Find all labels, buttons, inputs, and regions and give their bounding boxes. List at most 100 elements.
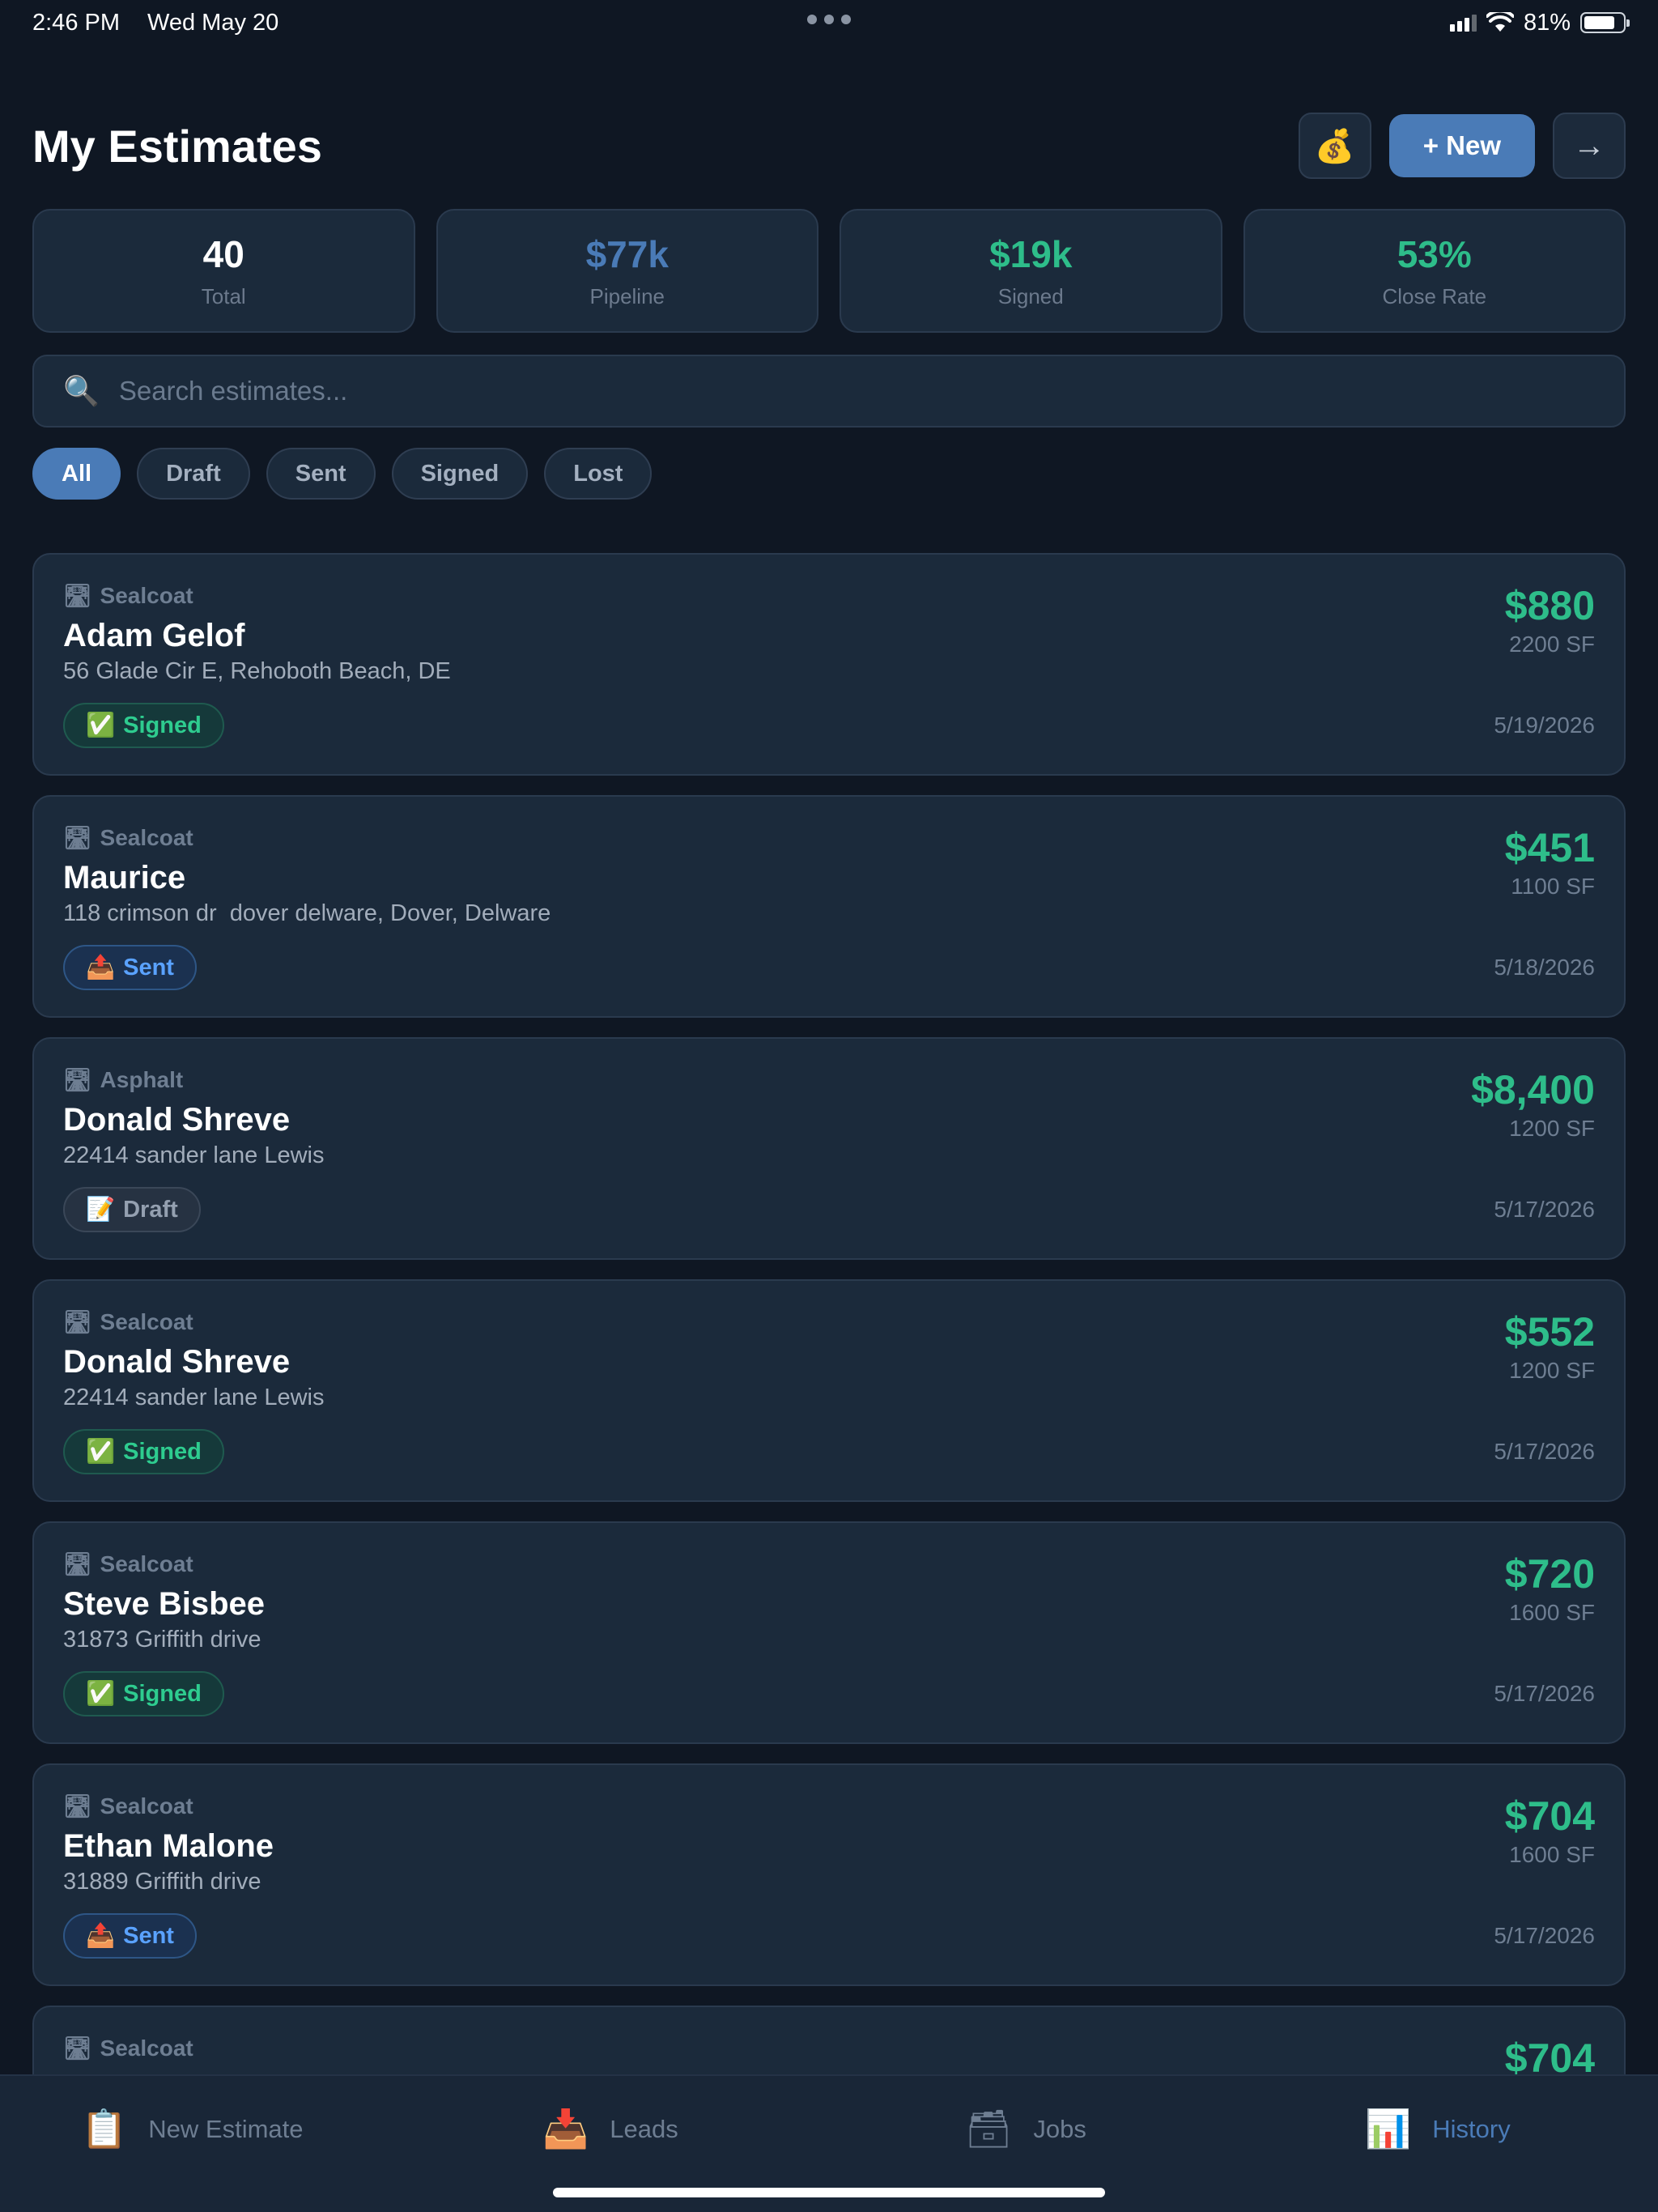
estimate-type-label: Asphalt bbox=[100, 1066, 184, 1092]
estimate-list: 🛣 Sealcoat Adam Gelof 56 Glade Cir E, Rehob… bbox=[32, 553, 1626, 2212]
customer-name: Ethan Malone bbox=[63, 1828, 274, 1864]
status-badge: ✅ Signed bbox=[63, 703, 224, 748]
road-icon: 🛣 bbox=[63, 1551, 92, 1576]
estimate-type: 🛣 Sealcoat bbox=[63, 2035, 193, 2061]
status-badge-label: Signed bbox=[123, 1438, 202, 1465]
stat-value: 40 bbox=[202, 233, 244, 275]
cellular-signal-icon bbox=[1449, 14, 1477, 32]
search-input[interactable] bbox=[118, 376, 1595, 406]
estimate-date: 5/17/2026 bbox=[1494, 1923, 1595, 1948]
estimate-card[interactable]: 🛣 Sealcoat Adam Gelof 56 Glade Cir E, Rehob… bbox=[32, 553, 1626, 776]
status-left: 2:46 PM Wed May 20 bbox=[32, 10, 278, 36]
new-estimate-button[interactable]: + New bbox=[1388, 114, 1535, 177]
stat-card-close-rate: 53% Close Rate bbox=[1243, 209, 1626, 333]
estimate-date: 5/17/2026 bbox=[1494, 1197, 1595, 1222]
filter-draft[interactable]: Draft bbox=[137, 448, 250, 500]
signed-status-icon: ✅ bbox=[86, 713, 116, 738]
signed-status-icon: ✅ bbox=[86, 1439, 116, 1465]
estimate-amount: $451 bbox=[1504, 825, 1595, 870]
estimate-type: 🛣 Sealcoat bbox=[63, 824, 193, 851]
estimate-type-label: Sealcoat bbox=[100, 1551, 193, 1576]
sent-status-icon: 📤 bbox=[86, 1923, 116, 1949]
estimate-type-label: Sealcoat bbox=[100, 1793, 193, 1819]
customer-address: 22414 sander lane Lewis bbox=[63, 1385, 325, 1410]
stat-card-pipeline: $77k Pipeline bbox=[436, 209, 818, 333]
status-badge: 📤 Sent bbox=[63, 1913, 197, 1959]
sent-status-icon: 📤 bbox=[86, 955, 116, 981]
tab-label: New Estimate bbox=[148, 2114, 304, 2143]
estimate-square-feet: 1100 SF bbox=[1511, 874, 1595, 899]
estimate-type-label: Sealcoat bbox=[100, 2035, 193, 2061]
estimate-card[interactable]: 🛣 Sealcoat Steve Bisbee 31873 Griffith driv… bbox=[32, 1521, 1626, 1744]
inbox-icon: 📥 bbox=[542, 2108, 589, 2150]
estimate-amount: $880 bbox=[1504, 583, 1595, 628]
customer-address: 31889 Griffith drive bbox=[63, 1869, 261, 1895]
tab-label: History bbox=[1432, 2114, 1511, 2143]
estimate-amount: $704 bbox=[1504, 1793, 1595, 1839]
estimate-square-feet: 1200 SF bbox=[1509, 1358, 1595, 1383]
forward-button[interactable]: → bbox=[1553, 113, 1626, 179]
filter-chips: All Draft Sent Signed Lost bbox=[32, 448, 653, 500]
status-date: Wed May 20 bbox=[147, 9, 279, 36]
filter-sent[interactable]: Sent bbox=[266, 448, 376, 500]
status-badge: 📝 Draft bbox=[63, 1187, 201, 1232]
status-badge-label: Signed bbox=[123, 1680, 202, 1707]
money-bag-button[interactable]: 💰 bbox=[1298, 113, 1371, 179]
tab-history[interactable]: 📊 History bbox=[1365, 2107, 1511, 2151]
stat-value: 53% bbox=[1397, 233, 1472, 275]
road-icon: 🛣 bbox=[63, 1309, 92, 1334]
estimate-date: 5/18/2026 bbox=[1494, 955, 1595, 980]
arrow-right-icon: → bbox=[1573, 127, 1605, 164]
multitasking-dots[interactable] bbox=[807, 15, 851, 24]
page-title: My Estimates bbox=[32, 120, 322, 172]
customer-address: 31873 Griffith drive bbox=[63, 1627, 261, 1653]
estimate-card[interactable]: 🛣 Sealcoat Ethan Malone 31889 Griffith driv… bbox=[32, 1763, 1626, 1986]
money-bag-icon: 💰 bbox=[1314, 128, 1355, 164]
signed-status-icon: ✅ bbox=[86, 1681, 116, 1707]
clipboard-icon: 📋 bbox=[81, 2108, 128, 2150]
filter-lost[interactable]: Lost bbox=[544, 448, 653, 500]
customer-address: 22414 sander lane Lewis bbox=[63, 1142, 325, 1168]
tab-leads[interactable]: 📥 Leads bbox=[542, 2107, 678, 2151]
home-indicator[interactable] bbox=[553, 2188, 1105, 2197]
bar-chart-icon: 📊 bbox=[1365, 2108, 1412, 2150]
stat-label: Pipeline bbox=[589, 284, 665, 308]
estimate-square-feet: 1200 SF bbox=[1509, 1116, 1595, 1141]
tab-label: Leads bbox=[610, 2114, 678, 2143]
estimate-type-label: Sealcoat bbox=[100, 824, 193, 850]
wifi-icon bbox=[1486, 12, 1514, 32]
stat-card-signed: $19k Signed bbox=[840, 209, 1222, 333]
estimate-card[interactable]: 🛣 Sealcoat Donald Shreve 22414 sander lane … bbox=[32, 1279, 1626, 1502]
road-icon: 🛣 bbox=[63, 1067, 92, 1092]
draft-status-icon: 📝 bbox=[86, 1197, 116, 1223]
estimate-card[interactable]: 🛣 Asphalt Donald Shreve 22414 sander lane L… bbox=[32, 1037, 1626, 1260]
estimate-type: 🛣 Sealcoat bbox=[63, 1551, 193, 1577]
estimate-card[interactable]: 🛣 Sealcoat Maurice 118 crimson dr dover del… bbox=[32, 795, 1626, 1018]
estimate-amount: $720 bbox=[1504, 1551, 1595, 1597]
estimate-square-feet: 1600 SF bbox=[1509, 1842, 1595, 1867]
status-badge: 📤 Sent bbox=[63, 945, 197, 990]
estimate-square-feet: 2200 SF bbox=[1509, 632, 1595, 657]
estimate-type: 🛣 Asphalt bbox=[63, 1066, 183, 1093]
estimate-date: 5/17/2026 bbox=[1494, 1439, 1595, 1464]
estimate-type: 🛣 Sealcoat bbox=[63, 1793, 193, 1819]
tab-jobs[interactable]: 🗃 Jobs bbox=[965, 2107, 1086, 2151]
filter-signed[interactable]: Signed bbox=[391, 448, 529, 500]
estimate-date: 5/17/2026 bbox=[1494, 1681, 1595, 1706]
stat-label: Close Rate bbox=[1382, 284, 1487, 308]
header-actions: 💰 + New → bbox=[1298, 113, 1626, 179]
stats-row: 40 Total $77k Pipeline $19k Signed 53% C… bbox=[32, 209, 1626, 333]
filter-all[interactable]: All bbox=[32, 448, 121, 500]
status-bar: 2:46 PM Wed May 20 81% bbox=[0, 0, 1658, 45]
page-header: My Estimates 💰 + New → bbox=[32, 112, 1626, 180]
status-time: 2:46 PM bbox=[32, 9, 120, 36]
estimate-type-label: Sealcoat bbox=[100, 582, 193, 608]
stat-value: $77k bbox=[585, 233, 669, 275]
estimate-square-feet: 1600 SF bbox=[1509, 1600, 1595, 1625]
estimate-type: 🛣 Sealcoat bbox=[63, 1308, 193, 1335]
estimate-amount: $552 bbox=[1504, 1309, 1595, 1355]
tab-new-estimate[interactable]: 📋 New Estimate bbox=[81, 2107, 304, 2151]
status-badge: ✅ Signed bbox=[63, 1429, 224, 1474]
stat-card-total: 40 Total bbox=[32, 209, 415, 333]
search-bar[interactable]: 🔍 bbox=[32, 355, 1626, 428]
